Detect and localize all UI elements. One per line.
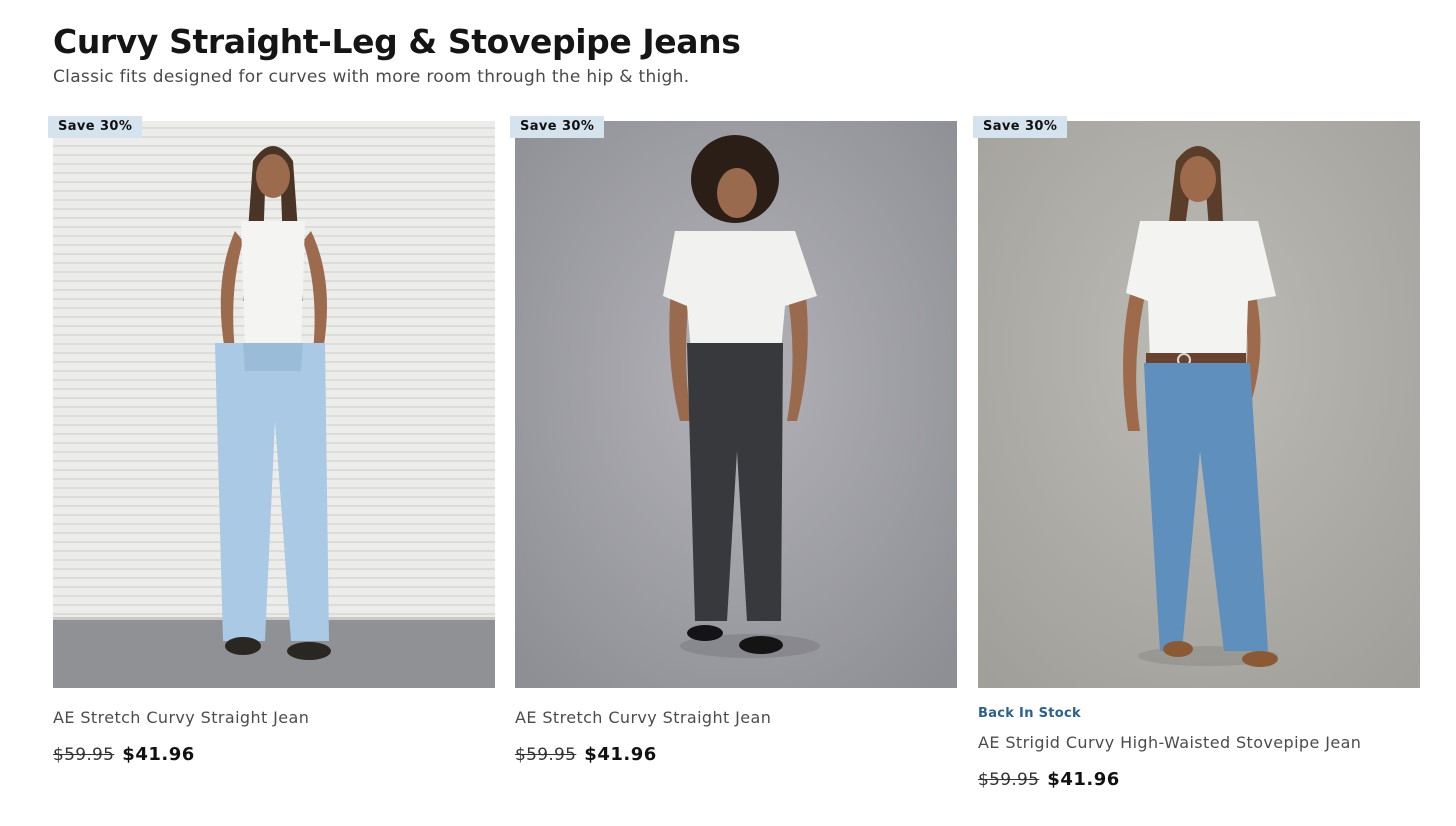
discount-badge: Save 30% — [510, 116, 605, 138]
product-photo — [53, 121, 495, 688]
price-row: $59.95 $41.96 — [53, 744, 195, 765]
product-photo — [978, 121, 1420, 688]
original-price: $59.95 — [515, 745, 577, 765]
price-row: $59.95 $41.96 — [515, 744, 657, 765]
product-listing-page: Curvy Straight-Leg & Stovepipe Jeans Cla… — [0, 0, 1456, 826]
original-price: $59.95 — [53, 745, 115, 765]
back-in-stock-label: Back In Stock — [978, 706, 1081, 721]
price-row: $59.95 $41.96 — [978, 769, 1120, 790]
product-name[interactable]: AE Stretch Curvy Straight Jean — [53, 708, 309, 727]
sale-price: $41.96 — [584, 744, 657, 765]
product-image-link[interactable] — [515, 121, 957, 688]
page-subtitle: Classic fits designed for curves with mo… — [53, 67, 690, 87]
discount-badge: Save 30% — [973, 116, 1068, 138]
product-image-link[interactable] — [978, 121, 1420, 688]
product-image-link[interactable] — [53, 121, 495, 688]
product-name[interactable]: AE Stretch Curvy Straight Jean — [515, 708, 771, 727]
product-photo — [515, 121, 957, 688]
original-price: $59.95 — [978, 770, 1040, 790]
sale-price: $41.96 — [122, 744, 195, 765]
page-title: Curvy Straight-Leg & Stovepipe Jeans — [53, 22, 741, 61]
product-name[interactable]: AE Strigid Curvy High-Waisted Stovepipe … — [978, 733, 1361, 752]
discount-badge: Save 30% — [48, 116, 143, 138]
sale-price: $41.96 — [1047, 769, 1120, 790]
